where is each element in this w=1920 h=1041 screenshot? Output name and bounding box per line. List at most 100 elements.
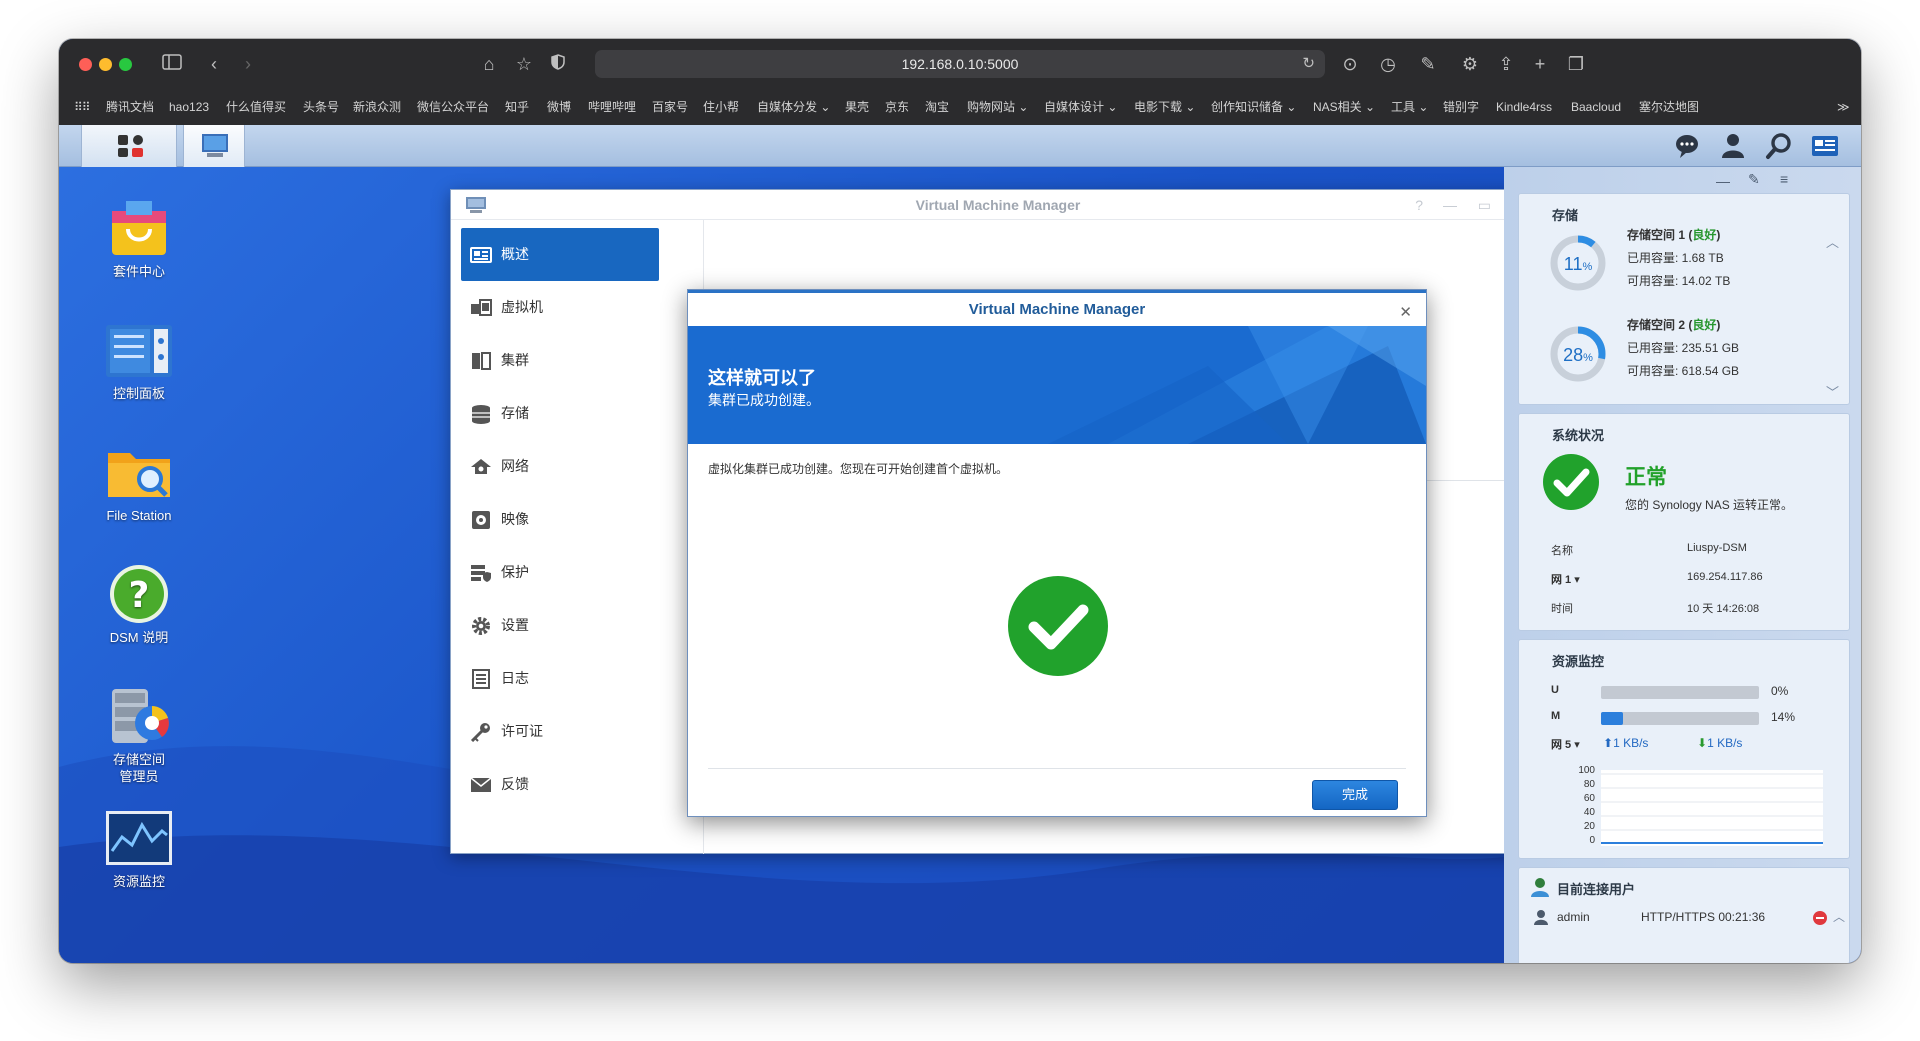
dsm-taskbar: [59, 125, 1861, 167]
bookmark-item[interactable]: Kindle4rss: [1496, 95, 1552, 119]
close-window-button[interactable]: [79, 58, 92, 71]
disc-image-icon: [472, 511, 490, 529]
bookmark-item[interactable]: 购物网站 ⌄: [967, 95, 1028, 119]
help-icon[interactable]: ?: [1415, 190, 1423, 220]
back-icon[interactable]: ‹: [201, 51, 227, 77]
nav-overview[interactable]: 概述: [461, 228, 659, 281]
bookmark-item[interactable]: 错别字: [1443, 95, 1479, 119]
history-icon[interactable]: ◷: [1375, 51, 1401, 77]
vmm-sidebar: 概述 虚拟机 集群 存储 网络 映像 保护 设置 日志 许可证 反馈: [461, 228, 659, 811]
widget-pin-icon[interactable]: ✎: [1748, 171, 1760, 188]
user-icon[interactable]: [1719, 132, 1747, 160]
net-label[interactable]: 网 5 ▾: [1551, 736, 1580, 752]
nav-image[interactable]: 映像: [461, 493, 659, 546]
bookmark-item[interactable]: hao123: [169, 95, 209, 119]
collapse-down-icon[interactable]: ﹀: [1826, 382, 1839, 401]
bookmark-item[interactable]: 淘宝: [925, 95, 949, 119]
widget-minimize-icon[interactable]: —: [1716, 173, 1730, 189]
tab-overview-icon[interactable]: ❐: [1563, 51, 1589, 77]
desktop-icon-dsm-help[interactable]: ? DSM 说明: [79, 563, 199, 646]
bookmark-item[interactable]: 创作知识储备 ⌄: [1211, 95, 1296, 119]
bookmark-item[interactable]: 新浪众测: [353, 95, 401, 119]
settings-gear-icon[interactable]: ⚙: [1457, 51, 1483, 77]
ram-label: M: [1551, 710, 1561, 722]
nav-label: 存储: [501, 405, 529, 421]
vmm-window-title[interactable]: Virtual Machine Manager ? — ▭ ✕: [451, 190, 1545, 220]
nav-feedback[interactable]: 反馈: [461, 758, 659, 811]
info-key-lan[interactable]: 网 1 ▾: [1551, 571, 1580, 587]
address-bar[interactable]: 192.168.0.10:5000 ↻: [595, 50, 1325, 78]
minimize-icon[interactable]: —: [1443, 190, 1457, 220]
resource-monitor-title: 资源监控: [1552, 654, 1605, 669]
dialog-title[interactable]: Virtual Machine Manager ✕: [688, 290, 1426, 326]
new-tab-icon[interactable]: +: [1527, 51, 1553, 77]
bookmark-item[interactable]: 塞尔达地图: [1639, 95, 1699, 119]
more-bookmarks-icon[interactable]: ≫: [1837, 95, 1850, 119]
bookmark-item[interactable]: 自媒体分发 ⌄: [757, 95, 830, 119]
bookmark-item[interactable]: 什么值得买: [226, 95, 286, 119]
download-icon[interactable]: ⊙: [1337, 51, 1363, 77]
main-menu-button[interactable]: [81, 125, 177, 167]
search-icon[interactable]: [1765, 132, 1793, 160]
bookmark-item[interactable]: 哔哩哔哩: [588, 95, 636, 119]
nav-protection[interactable]: 保护: [461, 546, 659, 599]
bookmark-star-icon[interactable]: ☆: [511, 51, 537, 77]
nav-label: 设置: [501, 617, 529, 633]
bookmark-item[interactable]: 住小帮: [703, 95, 739, 119]
done-button[interactable]: 完成: [1312, 780, 1398, 810]
shield-icon[interactable]: [545, 51, 571, 77]
bookmark-item[interactable]: 百家号: [652, 95, 688, 119]
help-question-icon: ?: [104, 563, 174, 625]
reload-icon[interactable]: ↻: [1302, 50, 1315, 78]
desktop-icon-package-center[interactable]: 套件中心: [79, 197, 199, 280]
desktop-icon-resource-monitor[interactable]: 资源监控: [79, 807, 199, 890]
bookmark-item[interactable]: 知乎: [505, 95, 529, 119]
home-icon[interactable]: ⌂: [476, 51, 502, 77]
net-download: ⬇1 KB/s: [1697, 736, 1743, 750]
bookmark-item[interactable]: Baacloud: [1571, 95, 1621, 119]
zoom-window-button[interactable]: [119, 58, 132, 71]
nav-log[interactable]: 日志: [461, 652, 659, 705]
bookmark-item[interactable]: 京东: [885, 95, 909, 119]
collapse-up-icon[interactable]: ︿: [1826, 232, 1839, 251]
nav-virtual-machines[interactable]: 虚拟机: [461, 281, 659, 334]
taskbar-vmm-button[interactable]: [183, 125, 245, 167]
desktop-icon-storage-manager[interactable]: 存储空间 管理员: [79, 685, 199, 785]
kick-user-icon[interactable]: [1813, 911, 1827, 925]
y-tick: 0: [1589, 835, 1595, 846]
control-panel-icon: [104, 319, 174, 381]
dialog-heading: 这样就可以了: [708, 368, 816, 388]
minimize-window-button[interactable]: [99, 58, 112, 71]
maximize-icon[interactable]: ▭: [1478, 190, 1491, 220]
nav-label: 映像: [501, 511, 529, 527]
bookmark-item[interactable]: 自媒体设计 ⌄: [1044, 95, 1117, 119]
storage-2-used: 已用容量: 235.51 GB: [1627, 341, 1740, 355]
bookmark-item[interactable]: 腾讯文档: [106, 95, 154, 119]
user-row-name: admin: [1557, 910, 1590, 924]
edit-icon[interactable]: ✎: [1415, 51, 1441, 77]
widgets-toggle-icon[interactable]: [1811, 132, 1839, 160]
bookmark-item[interactable]: 头条号: [303, 95, 339, 119]
collapse-up-icon[interactable]: ︿: [1833, 908, 1845, 925]
bookmark-item[interactable]: 工具 ⌄: [1391, 95, 1428, 119]
bookmark-item[interactable]: 微博: [547, 95, 571, 119]
nav-network[interactable]: 网络: [461, 440, 659, 493]
bookmark-item[interactable]: 微信公众平台: [417, 95, 489, 119]
desktop-icon-file-station[interactable]: File Station: [79, 441, 199, 524]
forward-icon[interactable]: ›: [235, 51, 261, 77]
nav-license[interactable]: 许可证: [461, 705, 659, 758]
nav-storage[interactable]: 存储: [461, 387, 659, 440]
widget-settings-icon[interactable]: ≡: [1780, 171, 1788, 187]
bookmark-item[interactable]: NAS相关 ⌄: [1313, 95, 1375, 119]
notifications-chat-icon[interactable]: [1673, 132, 1701, 160]
bookmark-item[interactable]: 电影下载 ⌄: [1134, 95, 1195, 119]
bookmark-item[interactable]: 果壳: [845, 95, 869, 119]
sidebar-toggle-icon[interactable]: [159, 51, 185, 77]
dialog-close-icon[interactable]: ✕: [1399, 296, 1412, 330]
nav-settings[interactable]: 设置: [461, 599, 659, 652]
success-dialog: Virtual Machine Manager ✕ 这样就可以了 集群已成功创建…: [687, 289, 1427, 817]
nav-cluster[interactable]: 集群: [461, 334, 659, 387]
share-icon[interactable]: ⇪: [1493, 51, 1519, 77]
desktop-icon-control-panel[interactable]: 控制面板: [79, 319, 199, 402]
apps-grid-icon[interactable]: ⠿⠿: [74, 95, 91, 119]
